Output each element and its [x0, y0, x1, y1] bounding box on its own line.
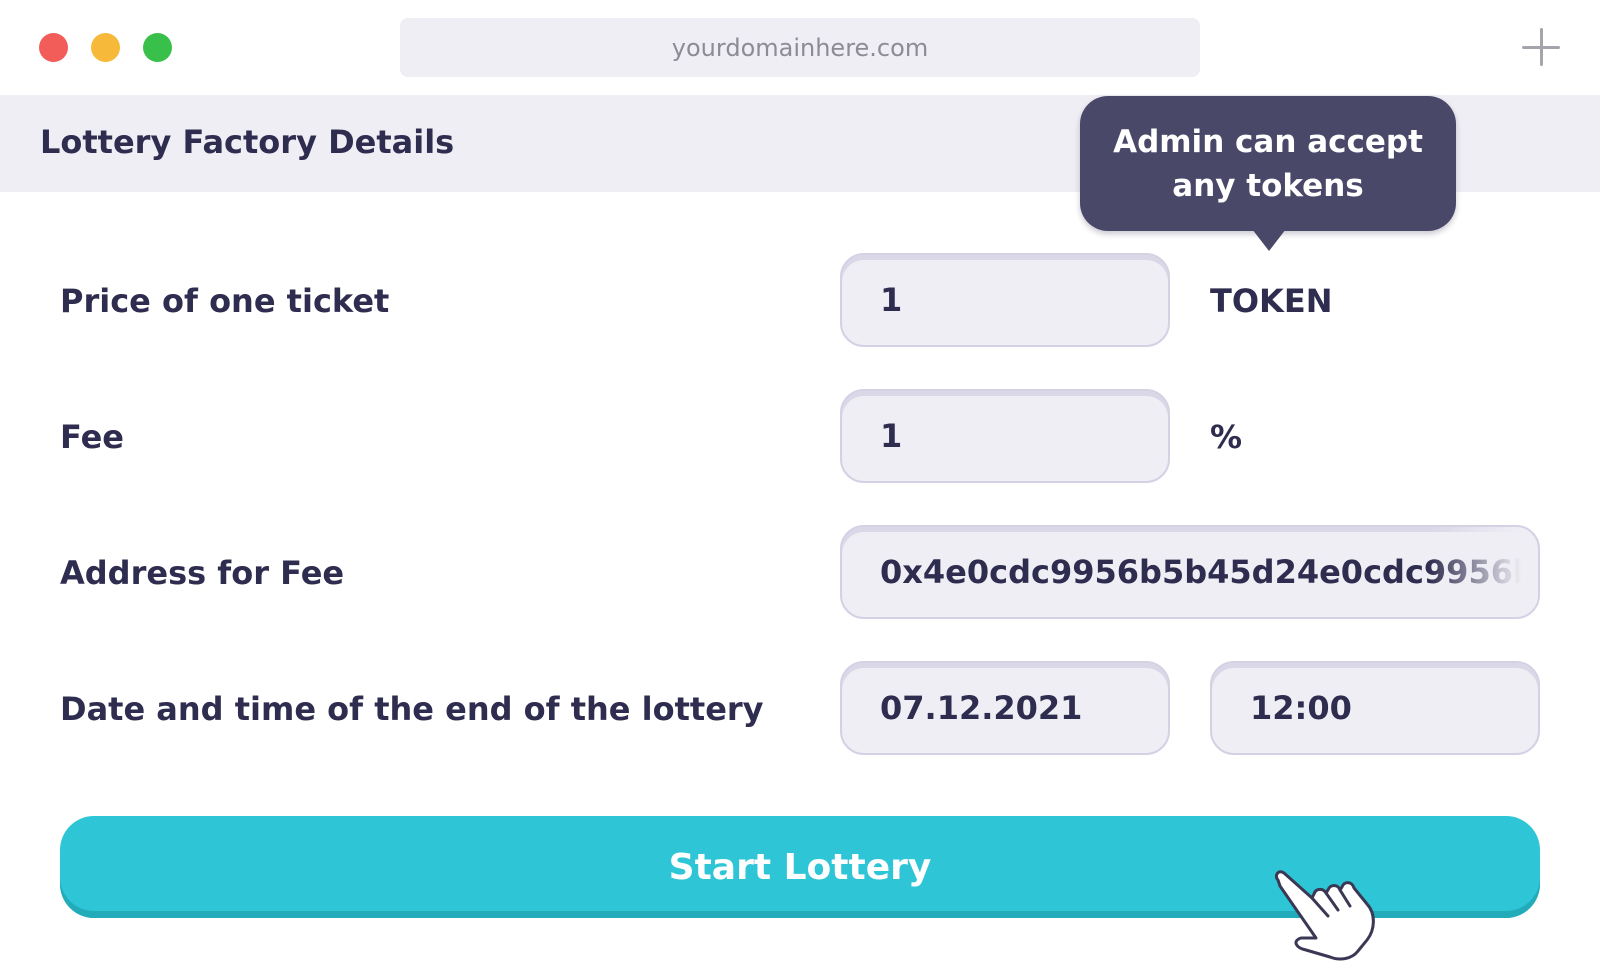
fee-value: 1 [880, 417, 903, 455]
ticket-price-value: 1 [880, 281, 903, 319]
tooltip-arrow [1252, 229, 1286, 251]
minimize-window-dot[interactable] [91, 33, 120, 62]
end-datetime-label: Date and time of the end of the lottery [60, 690, 764, 728]
new-tab-plus-icon[interactable] [1522, 28, 1560, 66]
ticket-price-input[interactable]: 1 [840, 253, 1170, 347]
close-window-dot[interactable] [39, 33, 68, 62]
end-time-input[interactable]: 12:00 [1210, 661, 1540, 755]
fee-address-label: Address for Fee [60, 554, 345, 592]
fee-unit: % [1210, 418, 1243, 456]
fee-address-value: 0x4e0cdc9956b5b45d24e0cdc9956b [880, 553, 1536, 591]
page-title: Lottery Factory Details [40, 123, 455, 161]
end-time-value: 12:00 [1250, 689, 1352, 727]
fee-input[interactable]: 1 [840, 389, 1170, 483]
ticket-price-label: Price of one ticket [60, 282, 390, 320]
fee-address-input[interactable]: 0x4e0cdc9956b5b45d24e0cdc9956b [840, 525, 1540, 619]
maximize-window-dot[interactable] [143, 33, 172, 62]
address-bar[interactable]: yourdomainhere.com [400, 18, 1200, 77]
end-date-value: 07.12.2021 [880, 689, 1083, 727]
app-window: yourdomainhere.com Lottery Factory Detai… [0, 0, 1600, 972]
start-lottery-label: Start Lottery [668, 846, 932, 888]
browser-chrome: yourdomainhere.com [0, 0, 1600, 95]
fee-label: Fee [60, 418, 124, 456]
end-date-input[interactable]: 07.12.2021 [840, 661, 1170, 755]
token-tooltip: Admin can accept any tokens [1080, 96, 1456, 231]
ticket-price-unit: TOKEN [1210, 282, 1333, 320]
tooltip-text: Admin can accept any tokens [1113, 123, 1423, 204]
pointer-hand-icon [1274, 870, 1375, 961]
